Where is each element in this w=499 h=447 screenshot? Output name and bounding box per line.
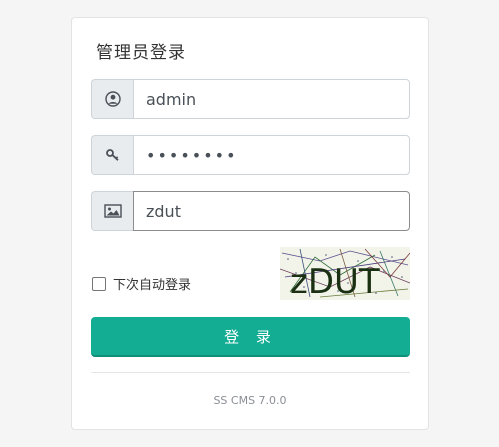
remember-label: 下次自动登录 — [113, 278, 192, 293]
captcha-input[interactable] — [133, 191, 410, 231]
password-group — [91, 135, 410, 175]
image-icon — [91, 191, 133, 231]
login-card: 管理员登录 admin •••••••• zdut 下次自动登录 zDUT 登 … — [71, 17, 429, 430]
captcha-group — [91, 191, 410, 231]
user-circle-icon — [91, 79, 133, 119]
remember-checkbox[interactable] — [92, 276, 106, 291]
username-group — [91, 79, 410, 119]
captcha-text: zDUT — [290, 262, 380, 300]
username-input[interactable] — [133, 79, 410, 119]
login-button[interactable]: 登 录 — [91, 317, 410, 357]
password-input[interactable] — [133, 135, 410, 175]
divider — [91, 372, 410, 373]
captcha-image[interactable]: zDUT — [280, 247, 410, 300]
key-icon — [91, 135, 133, 175]
version-label: SS CMS 7.0.0 — [213, 394, 287, 407]
page-title: 管理员登录 — [96, 43, 186, 63]
remember-me[interactable]: 下次自动登录 — [92, 274, 191, 293]
